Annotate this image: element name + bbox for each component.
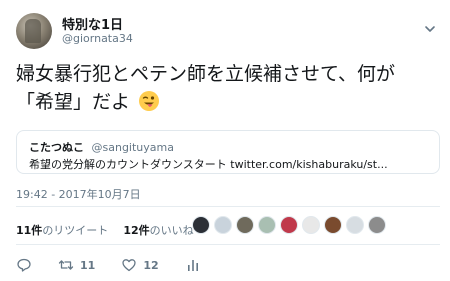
- retweets-stat-label: のリツイート: [42, 224, 109, 237]
- retweet-button[interactable]: 11: [58, 257, 95, 273]
- likes-stat[interactable]: 12件のいいね: [123, 224, 193, 237]
- author-handle[interactable]: @giornata34: [62, 32, 133, 45]
- quoted-tweet[interactable]: こたつぬこ @sangituyama 希望の党分解のカウントダウンスタート tw…: [16, 130, 440, 174]
- quoted-tweet-text: 希望の党分解のカウントダウンスタート twitter.com/kishabura…: [29, 158, 388, 171]
- heart-icon: [122, 259, 136, 272]
- liker-avatar[interactable]: [346, 216, 364, 234]
- tweet-text-line1: 婦女暴行犯とペテン師を立候補させて、何が: [16, 63, 396, 85]
- likes-stat-count: 12件: [123, 224, 150, 237]
- reply-button[interactable]: [16, 257, 32, 273]
- divider-top: [16, 206, 440, 207]
- divider-bottom: [16, 244, 440, 245]
- tweet-actions: 11 12: [16, 256, 227, 274]
- tweet-text-line2: 「希望」だよ: [16, 91, 131, 113]
- reply-icon: [17, 258, 31, 272]
- like-button[interactable]: 12: [121, 257, 159, 273]
- retweet-count: 11: [80, 258, 96, 272]
- liker-avatar[interactable]: [324, 216, 342, 234]
- author-display-name[interactable]: 特別な1日: [62, 14, 123, 33]
- liker-avatar[interactable]: [236, 216, 254, 234]
- winking-face-with-tongue-icon: [139, 91, 160, 111]
- retweets-stat[interactable]: 11件のリツイート: [16, 224, 108, 237]
- likes-stat-label: のいいね: [149, 224, 194, 237]
- chevron-down-icon[interactable]: [424, 24, 436, 34]
- liker-avatar[interactable]: [280, 216, 298, 234]
- analytics-icon: [187, 260, 198, 271]
- liker-avatar[interactable]: [258, 216, 276, 234]
- liker-avatar[interactable]: [214, 216, 232, 234]
- liker-avatars: [192, 216, 390, 238]
- quoted-author-name: こたつぬこ: [29, 141, 84, 154]
- liker-avatar[interactable]: [368, 216, 386, 234]
- liker-avatar[interactable]: [192, 216, 210, 234]
- liker-avatar[interactable]: [302, 216, 320, 234]
- engagement-stats: 11件のリツイート 12件のいいね: [16, 222, 194, 238]
- retweets-stat-count: 11件: [16, 224, 43, 237]
- author-avatar[interactable]: [16, 13, 52, 49]
- tweet-text: 婦女暴行犯とペテン師を立候補させて、何が 「希望」だよ: [16, 60, 440, 116]
- retweet-icon: [58, 260, 74, 270]
- like-count: 12: [143, 258, 159, 272]
- tweet-timestamp[interactable]: 19:42 - 2017年10月7日: [16, 186, 141, 202]
- quoted-author-handle: @sangituyama: [91, 141, 174, 154]
- analytics-button[interactable]: [185, 257, 201, 273]
